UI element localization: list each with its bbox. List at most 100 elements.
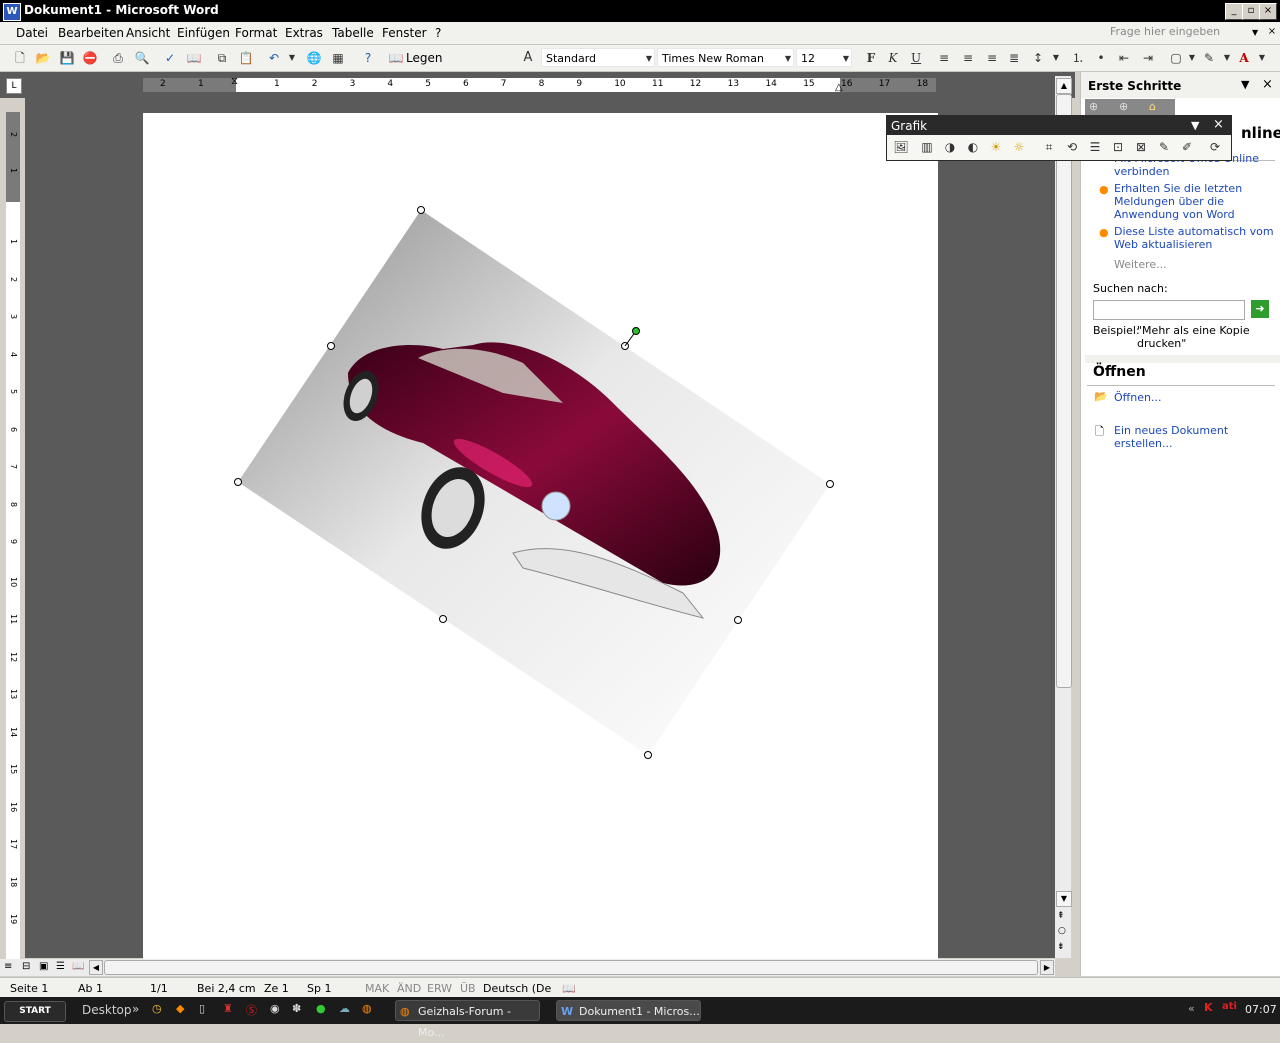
underline-button[interactable]: U	[908, 50, 924, 66]
task-pane-dropdown-icon[interactable]: ▼	[1241, 78, 1249, 91]
rotate-handle[interactable]	[632, 327, 640, 335]
desktop-toolbar-label[interactable]: Desktop	[82, 1003, 132, 1017]
minimize-button[interactable]: _	[1225, 3, 1243, 20]
style-dropdown-icon[interactable]: ▼	[646, 49, 652, 68]
decrease-indent-icon[interactable]: ⇤	[1116, 50, 1132, 66]
quicklaunch-firefox-icon[interactable]: ◍	[362, 1002, 372, 1015]
status-language[interactable]: Deutsch (De	[483, 982, 551, 995]
help-question-input[interactable]: Frage hier eingeben	[1110, 25, 1260, 41]
research-icon[interactable]: 📖	[186, 50, 202, 66]
line-spacing-icon[interactable]: ↕	[1030, 50, 1046, 66]
quicklaunch-device-icon[interactable]: ▯	[199, 1002, 205, 1015]
align-center-icon[interactable]: ≡	[960, 50, 976, 66]
previous-page-icon[interactable]: ⇞	[1057, 911, 1065, 921]
spelling-icon[interactable]: ✓	[162, 50, 178, 66]
line-style-icon[interactable]: ☰	[1087, 139, 1103, 155]
rotate-left-icon[interactable]: ⟲	[1064, 139, 1080, 155]
more-brightness-icon[interactable]: ☀	[988, 139, 1004, 155]
menu-datei[interactable]: Datei	[16, 26, 48, 40]
line-spacing-dropdown-icon[interactable]: ▼	[1048, 50, 1064, 66]
undo-dropdown-icon[interactable]: ▼	[284, 50, 300, 66]
tray-expand-icon[interactable]: «	[1188, 1002, 1195, 1015]
quicklaunch-clock-icon[interactable]: ◷	[152, 1002, 162, 1015]
new-document-icon[interactable]: 🗋	[12, 50, 28, 66]
menu-einfuegen[interactable]: Einfügen	[177, 26, 230, 40]
font-color-button[interactable]: A	[1236, 50, 1252, 66]
grafik-options-icon[interactable]: ▼	[1191, 119, 1199, 132]
toolbar-chevron[interactable]: »	[132, 1002, 139, 1016]
table-icon[interactable]: ▦	[330, 50, 346, 66]
close-button[interactable]: ×	[1259, 3, 1277, 20]
search-go-icon[interactable]: ➜	[1251, 300, 1269, 318]
style-select[interactable]: Standard ▼	[541, 48, 655, 67]
selected-picture[interactable]	[143, 113, 938, 963]
help-icon[interactable]: ?	[360, 50, 376, 66]
vertical-scrollbar[interactable]: ▲ ▼ ⇞ ○ ⇟	[1055, 76, 1072, 958]
styles-icon[interactable]: A	[520, 50, 536, 66]
start-button[interactable]: START	[4, 1001, 66, 1022]
menu-extras[interactable]: Extras	[285, 26, 323, 40]
forward-icon[interactable]: ⊕	[1119, 100, 1128, 113]
quicklaunch-app-icon[interactable]: ◆	[176, 1002, 184, 1015]
horizontal-ruler[interactable]: 2 1 1 2 3 4 5 6 7 8 9 10 11 12 13 14 15 16 17 18 ⧖ △	[143, 76, 936, 93]
right-indent-marker-icon[interactable]: △	[835, 82, 843, 93]
align-right-icon[interactable]: ≡	[984, 50, 1000, 66]
borders-dropdown-icon[interactable]: ▼	[1184, 50, 1200, 66]
quicklaunch-green-icon[interactable]: ●	[316, 1002, 326, 1015]
status-overtype[interactable]: ÜB	[460, 982, 476, 995]
print-preview-icon[interactable]: 🔍	[134, 50, 150, 66]
normal-view-icon[interactable]: ≡	[4, 961, 12, 972]
copy-icon[interactable]: ⧉	[214, 50, 230, 66]
indent-marker-icon[interactable]: ⧖	[231, 76, 238, 87]
borders-icon[interactable]: ▢	[1168, 50, 1184, 66]
task-word[interactable]: W Dokument1 - Micros...	[556, 1000, 701, 1021]
spelling-status-icon[interactable]: 📖	[562, 982, 576, 995]
web-view-icon[interactable]: ⊟	[22, 961, 30, 972]
scroll-up-arrow-icon[interactable]: ▲	[1056, 78, 1072, 94]
tray-antivirus-icon[interactable]: K	[1204, 1001, 1213, 1014]
undo-icon[interactable]: ↶	[266, 50, 282, 66]
menu-tabelle[interactable]: Tabelle	[332, 26, 374, 40]
search-input[interactable]	[1093, 300, 1245, 320]
bold-button[interactable]: F	[863, 50, 879, 66]
outline-view-icon[interactable]: ☰	[56, 961, 65, 972]
maximize-button[interactable]: ▫	[1242, 3, 1260, 20]
word-app-icon[interactable]: W	[3, 3, 21, 21]
grafik-close-icon[interactable]: ×	[1213, 117, 1224, 132]
quicklaunch-tool-icon[interactable]: ♜	[223, 1002, 233, 1015]
document-close-button[interactable]: ×	[1266, 25, 1278, 40]
open-link[interactable]: Öffnen...	[1114, 391, 1161, 404]
home-icon[interactable]: ⌂	[1149, 100, 1156, 113]
quicklaunch-disc-icon[interactable]: ◉	[270, 1002, 280, 1015]
set-transparent-color-icon[interactable]: ✐	[1179, 139, 1195, 155]
bullet-link-2[interactable]: Diese Liste automatisch vom Web aktualis…	[1114, 225, 1276, 251]
reading-view-icon[interactable]: 📖	[72, 961, 84, 972]
crop-icon[interactable]: ⌗	[1041, 139, 1057, 155]
tray-ati-icon[interactable]: ati	[1222, 1001, 1237, 1012]
paste-icon[interactable]: 📋	[238, 50, 254, 66]
font-size-select[interactable]: 12 ▼	[796, 48, 852, 67]
save-icon[interactable]: 💾	[59, 50, 75, 66]
back-icon[interactable]: ⊕	[1089, 100, 1098, 113]
bullet-link-1[interactable]: Erhalten Sie die letzten Meldungen über …	[1114, 182, 1274, 221]
task-firefox[interactable]: ◍ Geizhals-Forum - Mo...	[395, 1000, 540, 1039]
compress-pictures-icon[interactable]: ⊡	[1110, 139, 1126, 155]
font-select[interactable]: Times New Roman ▼	[657, 48, 794, 67]
highlight-icon[interactable]: ✎	[1201, 50, 1217, 66]
bullets-icon[interactable]: •	[1093, 50, 1109, 66]
menu-help[interactable]: ?	[435, 26, 441, 40]
grafik-toolbar[interactable]: Grafik ▼ × 🖼 ▥ ◑ ◐ ☀ ☼ ⌗ ⟲ ☰ ⊡ ⊠ ✎ ✐ ⟳	[886, 115, 1232, 161]
size-dropdown-icon[interactable]: ▼	[843, 49, 849, 68]
tab-selector[interactable]: L	[6, 78, 22, 94]
document-page[interactable]	[143, 113, 938, 963]
format-picture-icon[interactable]: ✎	[1156, 139, 1172, 155]
status-macro[interactable]: MAK	[365, 982, 389, 995]
text-wrapping-icon[interactable]: ⊠	[1133, 139, 1149, 155]
more-contrast-icon[interactable]: ◑	[942, 139, 958, 155]
font-color-dropdown-icon[interactable]: ▼	[1254, 50, 1270, 66]
horizontal-scrollbar[interactable]: ≡ ⊟ ▣ ☰ 📖 ◀ ▶	[0, 959, 1055, 976]
grafik-titlebar[interactable]: Grafik ▼ ×	[887, 116, 1231, 135]
permission-icon[interactable]: ⛔	[82, 50, 98, 66]
font-dropdown-icon[interactable]: ▼	[785, 49, 791, 68]
task-pane-close-icon[interactable]: ×	[1262, 77, 1273, 92]
